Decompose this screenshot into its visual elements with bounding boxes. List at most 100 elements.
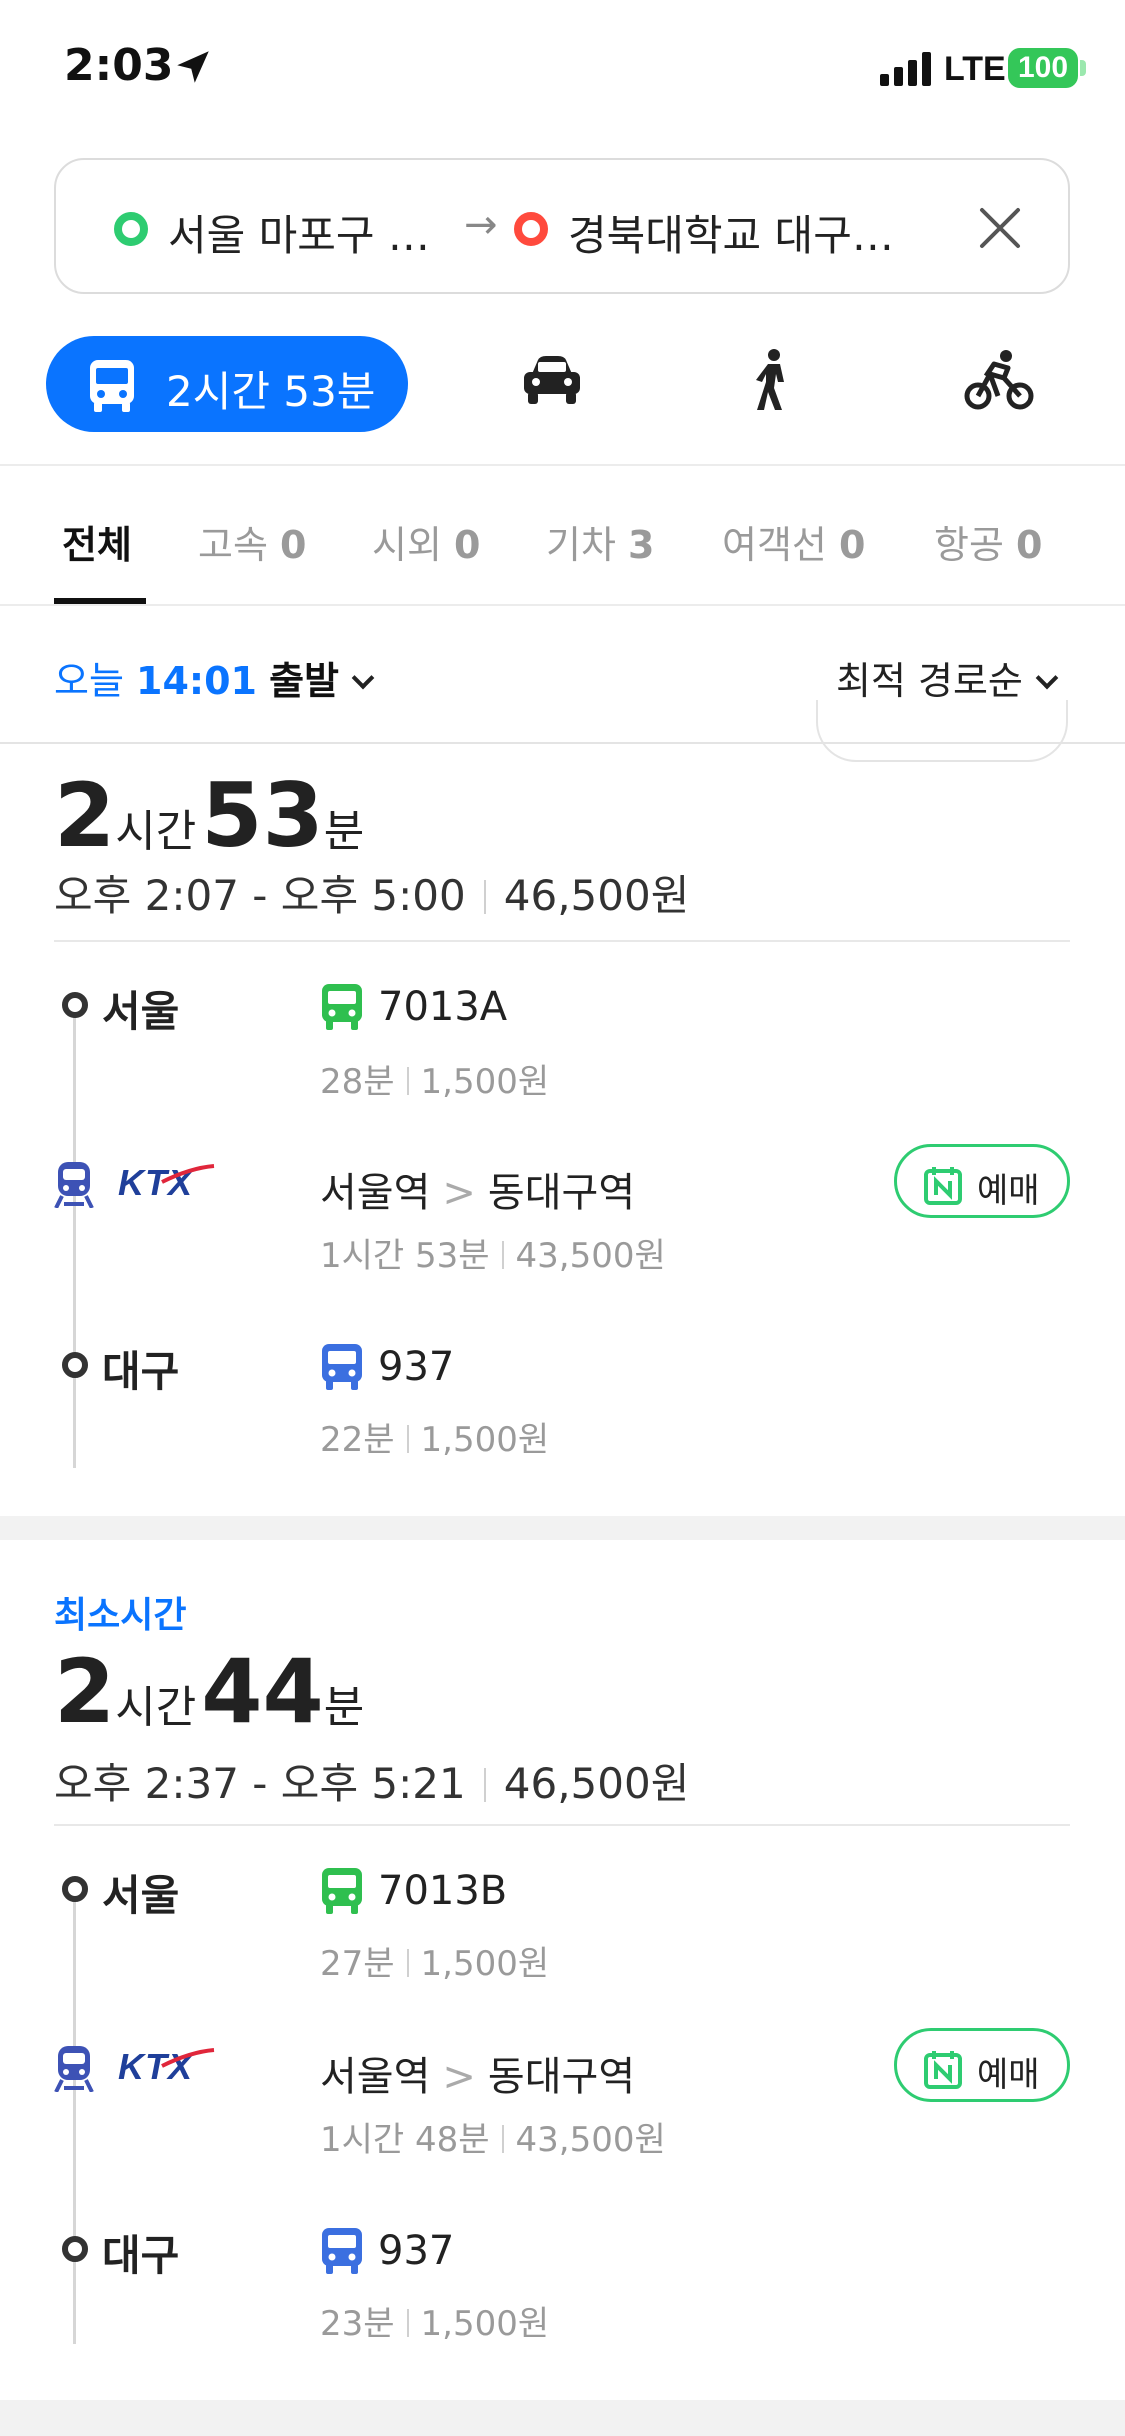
bus-icon [90, 360, 134, 412]
sort-label: 최적 경로순 [836, 659, 1023, 703]
segment-time: 22분 [320, 1420, 395, 1460]
rail-from: 서울역 [320, 2054, 431, 2100]
tab-count: 3 [628, 523, 655, 567]
card-separator [0, 2400, 1125, 2436]
origin-field[interactable]: 서울 마포구 … [168, 202, 430, 263]
duration-hours: 2 [54, 764, 116, 867]
route-time-price: 오후 2:07 - 오후 5:00 46,500원 [54, 862, 689, 923]
sort-selector[interactable]: 최적 경로순 [836, 650, 1059, 705]
tab-express-bus[interactable]: 고속 0 [198, 514, 306, 569]
origin-marker-icon [114, 212, 148, 246]
bus-icon [322, 2228, 362, 2274]
segment-time: 27분 [320, 1944, 395, 1984]
walk-icon[interactable] [752, 348, 792, 412]
route-timeline [73, 1884, 76, 2344]
segment-time: 23분 [320, 2304, 395, 2344]
chevron-right-icon: > [442, 1170, 476, 1216]
bus-route-name: 7013B [378, 1868, 508, 1914]
bus-segment-info: 22분 1,500원 [320, 1412, 549, 1461]
tab-label: 여객선 [722, 523, 827, 567]
rail-segment-info: 1시간 53분 43,500원 [320, 1228, 666, 1277]
segment-fare: 1,500원 [420, 1420, 550, 1460]
tab-train[interactable]: 기차 3 [546, 514, 654, 569]
stop-dot-icon [62, 992, 88, 1018]
tab-label: 고속 [198, 523, 268, 567]
signal-icon [880, 52, 931, 86]
duration-minutes: 44 [201, 1640, 324, 1743]
route-duration: 2시간 44분 [54, 1640, 364, 1743]
reserve-button[interactable]: 예매 [894, 1144, 1070, 1218]
battery-level: 100 [1017, 51, 1069, 84]
segment-time: 1시간 53분 [320, 1236, 490, 1276]
departure-time-selector[interactable]: 오늘 14:01 출발 [54, 650, 375, 705]
tab-count: 0 [280, 523, 307, 567]
segment-fare: 43,500원 [515, 2120, 666, 2160]
tab-ferry[interactable]: 여객선 0 [722, 514, 865, 569]
tab-count: 0 [1016, 523, 1043, 567]
depart-time: 14:01 [136, 659, 257, 703]
duration-minute-unit: 분 [323, 1682, 365, 1733]
route-price: 46,500원 [503, 871, 690, 920]
tab-all[interactable]: 전체 [62, 514, 132, 569]
route-card[interactable]: 최소시간 2시간 44분 오후 2:37 - 오후 5:21 46,500원 서울… [0, 1540, 1125, 2400]
bus-segment-info: 27분 1,500원 [320, 1936, 549, 1985]
divider [54, 1824, 1070, 1826]
separator [406, 2309, 409, 2337]
transit-duration-label: 2시간 53분 [166, 367, 376, 416]
mode-transit-button[interactable]: 2시간 53분 [46, 336, 408, 432]
segment-fare: 1,500원 [420, 1944, 550, 1984]
stop-dot-icon [62, 1352, 88, 1378]
tab-label: 기차 [546, 523, 616, 567]
route-duration: 2시간 53분 [54, 764, 364, 867]
separator [406, 1425, 409, 1453]
tab-flight[interactable]: 항공 0 [934, 514, 1042, 569]
ktx-swoosh-icon [161, 1164, 215, 1184]
ktx-swoosh-icon [161, 2048, 215, 2068]
car-icon[interactable] [520, 352, 584, 408]
depart-day: 오늘 [54, 659, 124, 703]
route-time-price: 오후 2:37 - 오후 5:21 46,500원 [54, 1750, 689, 1811]
tab-label: 전체 [62, 523, 132, 567]
train-icon [54, 2046, 94, 2092]
route-badge: 최소시간 [54, 1595, 187, 1636]
rail-stations: 서울역 > 동대구역 [320, 2044, 635, 2102]
battery-tip [1080, 60, 1086, 76]
tab-intercity-bus[interactable]: 시외 0 [372, 514, 480, 569]
close-icon[interactable] [972, 200, 1028, 256]
rail-stations: 서울역 > 동대구역 [320, 1160, 635, 1218]
route-card[interactable]: 2시간 53분 오후 2:07 - 오후 5:00 46,500원 서울 7013… [0, 744, 1125, 1516]
destination-stop-name: 대구 [102, 2231, 180, 2280]
tab-count: 0 [454, 523, 481, 567]
duration-hours: 2 [54, 1640, 116, 1743]
status-bar: 2:03 LTE 100 [0, 0, 1125, 140]
separator [406, 1067, 409, 1095]
reserve-label: 예매 [977, 2055, 1040, 2095]
origin-stop-name: 서울 [102, 987, 180, 1036]
tab-count: 0 [838, 523, 866, 567]
route-search-box[interactable]: 서울 마포구 … → 경북대학교 대구… [54, 158, 1070, 294]
destination-field[interactable]: 경북대학교 대구… [568, 202, 894, 263]
bus-icon [322, 1344, 362, 1390]
separator [501, 1241, 504, 1269]
bike-icon[interactable] [964, 348, 1034, 412]
travel-mode-tabs: 2시간 53분 [0, 332, 1125, 432]
segment-time: 1시간 48분 [320, 2120, 490, 2160]
reserve-button[interactable]: 예매 [894, 2028, 1070, 2102]
duration-hour-unit: 시간 [115, 1682, 197, 1733]
bus-segment-info: 23분 1,500원 [320, 2296, 549, 2345]
naver-reserve-icon [924, 1167, 962, 1205]
divider [0, 604, 1125, 606]
separator [501, 2125, 504, 2153]
separator [483, 880, 486, 914]
chevron-down-icon [1035, 666, 1059, 690]
bus-route-name: 937 [378, 2228, 455, 2274]
bus-segment-info: 28분 1,500원 [320, 1054, 549, 1103]
separator [406, 1949, 409, 1977]
rail-to: 동대구역 [487, 2054, 636, 2100]
naver-reserve-icon [924, 2051, 962, 2089]
route-time-range: 오후 2:07 - 오후 5:00 [54, 871, 466, 920]
status-time: 2:03 [64, 40, 174, 91]
rail-from: 서울역 [320, 1170, 431, 1216]
category-tabs: 전체 고속 0 시외 0 기차 3 여객선 0 항공 0 [0, 466, 1125, 606]
segment-time: 28분 [320, 1062, 395, 1102]
